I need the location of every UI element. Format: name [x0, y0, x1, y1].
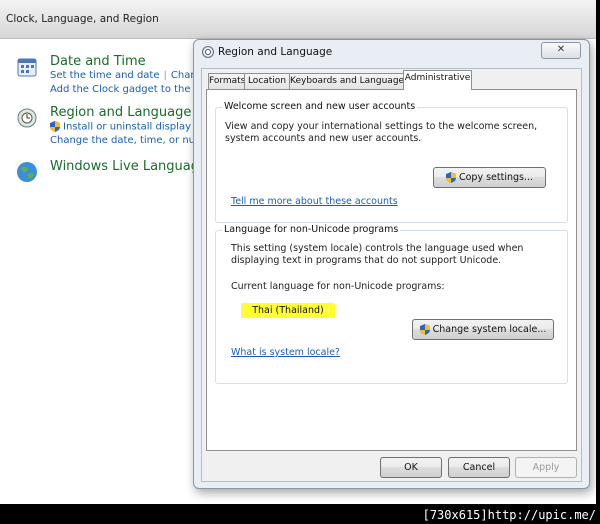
- uac-shield-icon: [445, 172, 456, 183]
- tab-formats[interactable]: Formats: [208, 73, 245, 89]
- ok-button[interactable]: OK: [380, 457, 442, 478]
- region-and-language-dialog: Region and Language ✕ Formats Location K…: [193, 39, 590, 489]
- change-system-locale-label: Change system locale...: [432, 324, 547, 335]
- dialog-title: Region and Language: [218, 46, 333, 58]
- tab-location[interactable]: Location: [244, 73, 290, 89]
- uac-shield-icon: [419, 324, 430, 335]
- link-separator: |: [163, 70, 167, 81]
- copy-settings-button[interactable]: Copy settings...: [433, 167, 546, 188]
- watermark-text: [730x615]http://upic.me/: [422, 508, 596, 522]
- current-language-label: Current language for non-Unicode program…: [231, 281, 445, 292]
- change-system-locale-button[interactable]: Change system locale...: [412, 319, 554, 340]
- globe-icon: [17, 162, 37, 182]
- non-unicode-group: Language for non-Unicode programs This s…: [215, 224, 568, 384]
- calendar-clock-icon: [17, 58, 37, 77]
- dialog-body: Formats Location Keyboards and Languages…: [201, 68, 582, 482]
- current-language-value: Thai (Thailand): [241, 303, 335, 318]
- dialog-titlebar[interactable]: Region and Language ✕: [194, 40, 589, 66]
- set-time-and-date-link[interactable]: Set the time and date: [50, 70, 160, 81]
- administrative-tab-panel: Welcome screen and new user accounts Vie…: [206, 89, 577, 451]
- control-panel-titlebar: Clock, Language, and Region: [0, 0, 596, 39]
- non-unicode-description: This setting (system locale) controls th…: [231, 243, 524, 266]
- tab-keyboards-and-languages[interactable]: Keyboards and Languages: [289, 73, 409, 89]
- dialog-globe-icon: [202, 46, 214, 58]
- close-button[interactable]: ✕: [541, 42, 581, 59]
- what-is-system-locale-link[interactable]: What is system locale?: [231, 347, 340, 358]
- screenshot-frame: Clock, Language, and Region Date and Tim…: [0, 0, 598, 504]
- control-panel-title: Clock, Language, and Region: [6, 13, 159, 25]
- non-unicode-group-title: Language for non-Unicode programs: [222, 224, 401, 235]
- welcome-group-title: Welcome screen and new user accounts: [222, 101, 418, 112]
- uac-shield-icon: [50, 121, 60, 132]
- welcome-screen-group: Welcome screen and new user accounts Vie…: [215, 101, 568, 223]
- globe-clock-icon: [17, 108, 37, 128]
- welcome-group-description: View and copy your international setting…: [225, 121, 538, 144]
- copy-settings-label: Copy settings...: [458, 172, 534, 183]
- region-and-language-heading[interactable]: Region and Language: [50, 105, 191, 120]
- tell-me-more-link[interactable]: Tell me more about these accounts: [231, 196, 398, 207]
- tab-administrative[interactable]: Administrative: [403, 70, 472, 90]
- cancel-button[interactable]: Cancel: [448, 457, 510, 478]
- apply-button[interactable]: Apply: [515, 457, 577, 478]
- date-and-time-heading[interactable]: Date and Time: [50, 54, 146, 69]
